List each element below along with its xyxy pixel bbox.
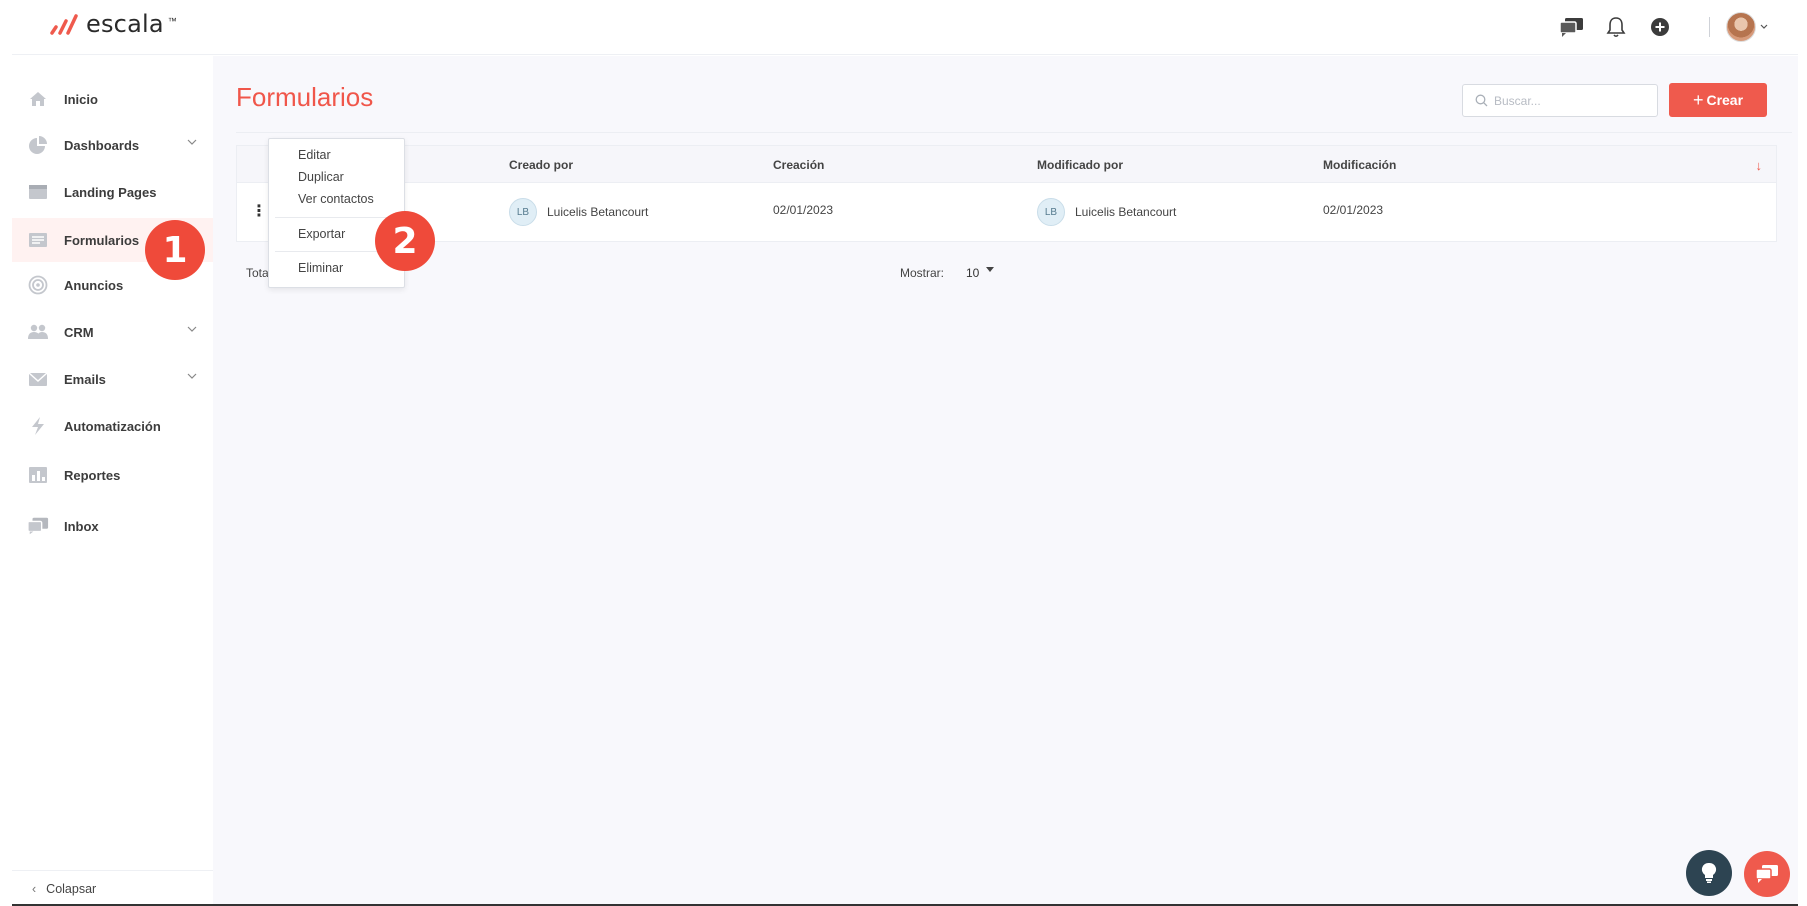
sidebar-item-label: Emails <box>64 371 106 387</box>
total-label: Tota <box>246 266 269 280</box>
chevron-down-icon[interactable] <box>187 139 197 146</box>
browser-window-icon <box>27 181 49 203</box>
sidebar-item-emails[interactable]: Emails <box>12 357 213 401</box>
search-input[interactable]: Buscar... <box>1462 84 1658 117</box>
header-divider <box>1709 17 1710 37</box>
main-content: Formularios Buscar... + Crear Creado por… <box>213 56 1798 906</box>
chat-bubbles-icon <box>27 515 49 537</box>
modified-by-cell: LB Luicelis Betancourt <box>1037 198 1176 226</box>
menu-item-delete[interactable]: Eliminar <box>298 261 343 275</box>
chat-bubbles-icon[interactable] <box>1557 12 1587 42</box>
chevron-down-icon[interactable] <box>187 373 197 380</box>
plus-circle-icon[interactable] <box>1645 12 1675 42</box>
sidebar-item-label: Reportes <box>64 467 121 483</box>
bar-chart-icon <box>27 464 49 486</box>
sidebar-item-label: Inicio <box>64 91 98 107</box>
sidebar-item-dashboards[interactable]: Dashboards <box>12 123 213 167</box>
collapse-sidebar-button[interactable]: ‹ Colapsar <box>12 870 213 906</box>
menu-divider <box>275 217 399 218</box>
envelope-icon <box>27 368 49 390</box>
chat-button[interactable] <box>1744 851 1790 897</box>
column-header-modified[interactable]: Modificación <box>1323 158 1396 172</box>
header-actions <box>1543 12 1768 42</box>
form-icon <box>27 229 49 251</box>
chevron-down-icon[interactable] <box>1760 24 1768 30</box>
sidebar-item-automatizacion[interactable]: Automatización <box>12 404 213 448</box>
avatar: LB <box>509 198 537 226</box>
sort-arrow-down-icon[interactable]: ↓ <box>1756 158 1763 173</box>
lightning-icon <box>27 415 49 437</box>
modified-by-name: Luicelis Betancourt <box>1075 205 1177 219</box>
home-icon <box>27 88 49 110</box>
search-placeholder: Buscar... <box>1494 93 1541 108</box>
menu-item-export[interactable]: Exportar <box>298 227 345 241</box>
plus-icon: + <box>1692 89 1704 110</box>
table-header: Creado por Creación Modificado por Modif… <box>237 146 1776 183</box>
avatar[interactable] <box>1726 12 1756 42</box>
modified-date: 02/01/2023 <box>1323 203 1384 217</box>
avatar: LB <box>1037 198 1065 226</box>
sidebar-item-label: Automatización <box>64 418 161 434</box>
column-header-created-by[interactable]: Creado por <box>509 158 573 172</box>
sidebar-item-label: Landing Pages <box>64 184 157 200</box>
logo-trademark: ™ <box>167 16 177 26</box>
sidebar-item-landing-pages[interactable]: Landing Pages <box>12 170 213 214</box>
created-date: 02/01/2023 <box>773 203 834 217</box>
top-bar: escala ™ <box>12 0 1798 55</box>
target-icon <box>27 274 49 296</box>
sidebar-item-reportes[interactable]: Reportes <box>12 453 213 497</box>
created-by-cell: LB Luicelis Betancourt <box>509 198 648 226</box>
more-options-icon[interactable]: ⋮ <box>251 204 267 220</box>
bell-icon[interactable] <box>1601 12 1631 42</box>
table-footer: Tota Mostrar: 10 <box>236 263 1777 283</box>
logo-text: escala <box>86 10 164 38</box>
page-size-label: Mostrar: <box>900 266 945 280</box>
sidebar-item-label: Inbox <box>64 518 99 534</box>
escala-logo[interactable]: escala ™ <box>48 10 177 38</box>
page-title: Formularios <box>236 82 374 112</box>
row-actions-menu: Editar Duplicar Ver contactos Exportar E… <box>268 138 405 288</box>
sidebar-item-label: Formularios <box>64 232 140 248</box>
sidebar: Inicio Dashboards Landing Pages Formular… <box>12 55 213 906</box>
sidebar-item-crm[interactable]: CRM <box>12 310 213 354</box>
sidebar-item-label: Anuncios <box>64 277 124 293</box>
column-header-created[interactable]: Creación <box>773 158 824 172</box>
table-row[interactable]: ⋮ LB Luicelis Betancourt 02/01/2023 LB L… <box>237 183 1776 241</box>
sidebar-item-inbox[interactable]: Inbox <box>12 504 213 548</box>
pie-chart-icon <box>27 134 49 156</box>
chat-bubbles-icon <box>1755 865 1778 883</box>
lightbulb-icon <box>1701 862 1717 883</box>
page-size-select[interactable]: 10 <box>966 266 979 280</box>
title-divider <box>236 132 1792 133</box>
menu-item-edit[interactable]: Editar <box>298 148 331 162</box>
menu-item-view-contacts[interactable]: Ver contactos <box>298 192 374 206</box>
logo-slashes-icon <box>50 14 78 35</box>
created-by-name: Luicelis Betancourt <box>547 205 649 219</box>
chevron-left-icon: ‹ <box>32 881 37 896</box>
step-marker-1: 1 <box>145 220 205 280</box>
collapse-label: Colapsar <box>46 881 97 896</box>
create-button-label: Crear <box>1706 92 1744 108</box>
sidebar-item-inicio[interactable]: Inicio <box>12 77 213 121</box>
users-icon <box>27 321 49 343</box>
sidebar-item-label: Dashboards <box>64 137 140 153</box>
search-icon <box>1475 94 1488 107</box>
forms-table: Creado por Creación Modificado por Modif… <box>236 145 1777 242</box>
sidebar-item-label: CRM <box>64 324 94 340</box>
step-marker-2: 2 <box>375 211 435 271</box>
menu-item-duplicate[interactable]: Duplicar <box>298 170 344 184</box>
ideas-button[interactable] <box>1686 850 1732 896</box>
caret-down-icon[interactable] <box>986 267 994 273</box>
chevron-down-icon[interactable] <box>187 326 197 333</box>
column-header-modified-by[interactable]: Modificado por <box>1037 158 1123 172</box>
create-button[interactable]: + Crear <box>1669 83 1767 117</box>
